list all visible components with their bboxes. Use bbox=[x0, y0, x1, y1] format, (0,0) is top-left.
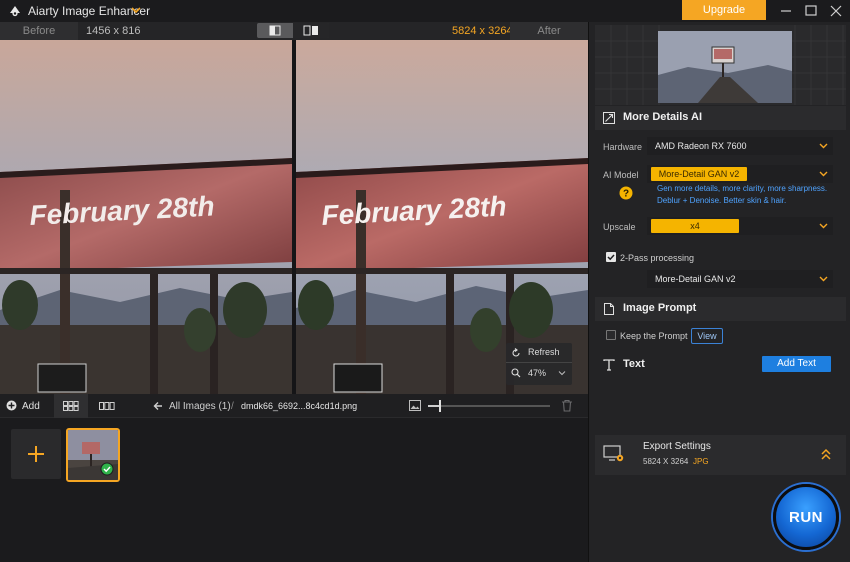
export-settings-icon bbox=[603, 445, 624, 462]
before-size: 1456 x 816 bbox=[86, 25, 141, 37]
filmstrip-view-button[interactable] bbox=[90, 394, 124, 418]
upscale-label: Upscale bbox=[603, 222, 636, 232]
chevron-down-icon bbox=[819, 223, 828, 229]
export-format: JPG bbox=[693, 457, 709, 466]
upscale-select[interactable]: x4 bbox=[647, 217, 833, 235]
slider-thumb[interactable] bbox=[439, 400, 442, 412]
export-settings[interactable]: Export Settings 5824 X 3264 JPG bbox=[595, 435, 846, 475]
grid-icon bbox=[63, 401, 79, 411]
section-title: Image Prompt bbox=[623, 302, 697, 314]
export-title: Export Settings bbox=[643, 441, 711, 452]
add-image-tile[interactable] bbox=[11, 429, 61, 479]
filmstrip-icon bbox=[99, 402, 115, 410]
chevron-down-icon[interactable] bbox=[558, 369, 566, 377]
ai-model-select[interactable]: More-Detail GAN v2 bbox=[647, 165, 833, 183]
image-prompt-section-header: Image Prompt bbox=[595, 297, 846, 321]
preview-controls: Refresh 47% bbox=[506, 343, 572, 385]
plus-circle-icon[interactable] bbox=[6, 400, 17, 411]
export-size: 5824 X 3264 bbox=[643, 457, 689, 466]
ai-model-value: More-Detail GAN v2 bbox=[651, 167, 747, 181]
add-button[interactable]: Add bbox=[22, 401, 40, 412]
two-pass-model-select[interactable]: More-Detail GAN v2 bbox=[647, 270, 833, 288]
maximize-icon[interactable] bbox=[800, 2, 822, 20]
view-prompt-button[interactable]: View bbox=[691, 328, 723, 344]
before-image: February 28th bbox=[0, 40, 292, 394]
ai-model-description: Gen more details, more clarity, more sha… bbox=[657, 184, 828, 205]
run-button[interactable]: RUN bbox=[773, 484, 839, 550]
upgrade-button[interactable]: Upgrade available bbox=[682, 0, 766, 36]
chevron-down-icon bbox=[819, 171, 828, 177]
image-icon bbox=[409, 400, 421, 411]
document-icon bbox=[604, 303, 614, 315]
after-preview[interactable]: February 28th bbox=[296, 40, 588, 394]
zoom-icon bbox=[511, 368, 521, 378]
two-pass-label: 2-Pass processing bbox=[620, 253, 695, 263]
section-title: More Details AI bbox=[623, 111, 703, 123]
settings-panel: More Details AI Hardware AMD Radeon RX 7… bbox=[588, 22, 850, 562]
before-preview[interactable]: February 28th bbox=[0, 40, 292, 394]
thumbnail-size-slider[interactable] bbox=[428, 400, 550, 412]
split-view-button[interactable] bbox=[257, 23, 293, 38]
add-text-button[interactable]: Add Text bbox=[762, 356, 831, 372]
two-pass-checkbox[interactable] bbox=[606, 252, 616, 262]
enhance-icon bbox=[603, 112, 615, 124]
after-size: 5824 x 3264 bbox=[452, 25, 513, 37]
chevron-up-icon[interactable] bbox=[820, 447, 832, 461]
section-title: Text bbox=[623, 358, 645, 370]
zoom-percent[interactable]: 47% bbox=[528, 368, 546, 378]
title-bar: Aiarty Image Enhancer Upgrade available bbox=[0, 0, 850, 36]
check-icon bbox=[607, 254, 615, 261]
image-toolbar: Add All Images (1) / dmdk66_6692...8c4cd… bbox=[0, 394, 588, 418]
hardware-value: AMD Radeon RX 7600 bbox=[655, 141, 747, 151]
hardware-label: Hardware bbox=[603, 142, 643, 152]
help-icon[interactable]: ? bbox=[619, 186, 633, 200]
breadcrumb-all-images[interactable]: All Images (1) bbox=[169, 401, 231, 412]
check-icon bbox=[100, 462, 114, 476]
run-label: RUN bbox=[789, 509, 823, 526]
side-by-side-button[interactable] bbox=[293, 23, 329, 38]
grid-view-button[interactable] bbox=[54, 394, 88, 418]
upscale-value: x4 bbox=[651, 219, 739, 233]
refresh-label: Refresh bbox=[528, 347, 560, 357]
close-icon[interactable] bbox=[825, 2, 847, 20]
compare-bar: Before 1456 x 816 5824 x 3264 After bbox=[0, 22, 588, 40]
after-tab[interactable]: After bbox=[510, 22, 588, 40]
plus-icon bbox=[28, 446, 44, 462]
navigator-preview[interactable] bbox=[595, 25, 846, 105]
text-icon bbox=[603, 359, 615, 371]
after-image: February 28th bbox=[296, 40, 588, 394]
trash-icon[interactable] bbox=[561, 399, 573, 412]
breadcrumb-separator: / bbox=[231, 401, 234, 412]
ai-model-label: AI Model bbox=[603, 170, 639, 180]
chevron-down-icon bbox=[819, 276, 828, 282]
navigator-image bbox=[658, 31, 792, 103]
two-pass-model-value: More-Detail GAN v2 bbox=[655, 274, 736, 284]
app-logo-icon bbox=[10, 6, 20, 17]
refresh-button[interactable]: Refresh bbox=[506, 343, 572, 363]
before-tab[interactable]: Before bbox=[0, 22, 78, 40]
split-view-icon bbox=[269, 25, 281, 36]
chevron-down-icon bbox=[819, 143, 828, 149]
more-details-section-header: More Details AI bbox=[595, 106, 846, 130]
thumbnail-strip bbox=[0, 418, 588, 562]
back-arrow-icon[interactable] bbox=[153, 401, 163, 411]
side-by-side-icon bbox=[303, 25, 318, 36]
hardware-select[interactable]: AMD Radeon RX 7600 bbox=[647, 137, 833, 155]
keep-prompt-checkbox[interactable] bbox=[606, 330, 616, 340]
view-mode-toggle bbox=[257, 23, 329, 38]
svg-text:?: ? bbox=[623, 189, 629, 200]
keep-prompt-label: Keep the Prompt bbox=[620, 331, 688, 341]
minimize-icon[interactable] bbox=[775, 2, 797, 20]
chevron-down-icon[interactable] bbox=[130, 3, 142, 17]
refresh-icon bbox=[512, 348, 520, 357]
breadcrumb-file-name: dmdk66_6692...8c4cd1d.png bbox=[241, 401, 358, 411]
